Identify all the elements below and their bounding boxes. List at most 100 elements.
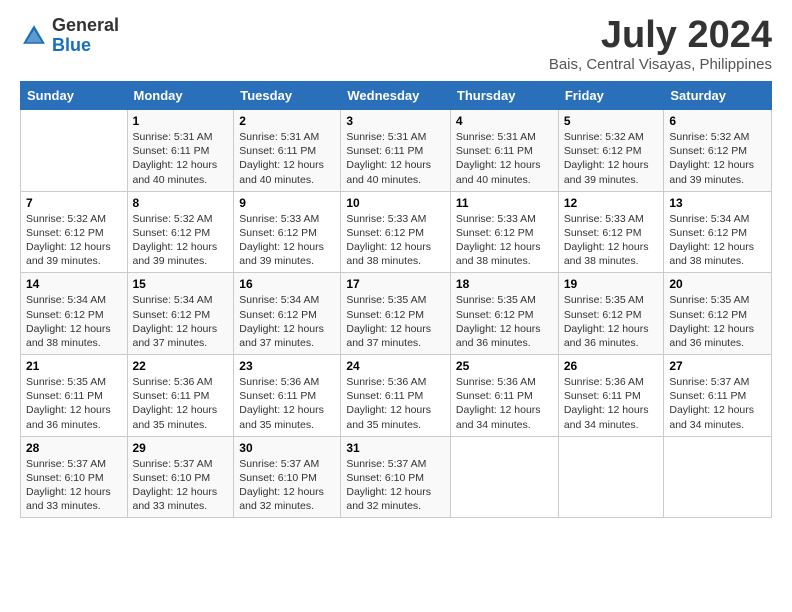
cell-info: Sunrise: 5:35 AM Sunset: 6:11 PM Dayligh… bbox=[26, 375, 122, 432]
calendar-cell: 20 Sunrise: 5:35 AM Sunset: 6:12 PM Dayl… bbox=[664, 273, 772, 355]
sunset-text: Sunset: 6:12 PM bbox=[346, 309, 424, 321]
daylight-text: Daylight: 12 hours and 39 minutes. bbox=[26, 241, 111, 267]
sunrise-text: Sunrise: 5:33 AM bbox=[564, 213, 644, 225]
sunrise-text: Sunrise: 5:35 AM bbox=[669, 294, 749, 306]
calendar-cell: 8 Sunrise: 5:32 AM Sunset: 6:12 PM Dayli… bbox=[127, 191, 234, 273]
cell-info: Sunrise: 5:33 AM Sunset: 6:12 PM Dayligh… bbox=[239, 212, 335, 269]
cell-info: Sunrise: 5:34 AM Sunset: 6:12 PM Dayligh… bbox=[239, 293, 335, 350]
calendar-cell: 13 Sunrise: 5:34 AM Sunset: 6:12 PM Dayl… bbox=[664, 191, 772, 273]
sunset-text: Sunset: 6:12 PM bbox=[26, 309, 104, 321]
daylight-text: Daylight: 12 hours and 35 minutes. bbox=[239, 404, 324, 430]
sunrise-text: Sunrise: 5:36 AM bbox=[133, 376, 213, 388]
day-number: 7 bbox=[26, 196, 122, 210]
daylight-text: Daylight: 12 hours and 32 minutes. bbox=[346, 486, 431, 512]
sunrise-text: Sunrise: 5:36 AM bbox=[346, 376, 426, 388]
sunset-text: Sunset: 6:12 PM bbox=[564, 145, 642, 157]
sunrise-text: Sunrise: 5:32 AM bbox=[133, 213, 213, 225]
calendar-cell: 5 Sunrise: 5:32 AM Sunset: 6:12 PM Dayli… bbox=[558, 110, 664, 192]
day-number: 10 bbox=[346, 196, 445, 210]
day-number: 18 bbox=[456, 277, 553, 291]
daylight-text: Daylight: 12 hours and 39 minutes. bbox=[564, 159, 649, 185]
daylight-text: Daylight: 12 hours and 39 minutes. bbox=[669, 159, 754, 185]
sunrise-text: Sunrise: 5:32 AM bbox=[26, 213, 106, 225]
calendar-cell: 25 Sunrise: 5:36 AM Sunset: 6:11 PM Dayl… bbox=[450, 355, 558, 437]
sunrise-text: Sunrise: 5:37 AM bbox=[346, 458, 426, 470]
sunrise-text: Sunrise: 5:31 AM bbox=[239, 131, 319, 143]
cell-info: Sunrise: 5:37 AM Sunset: 6:10 PM Dayligh… bbox=[133, 457, 229, 514]
cell-info: Sunrise: 5:33 AM Sunset: 6:12 PM Dayligh… bbox=[346, 212, 445, 269]
sunset-text: Sunset: 6:12 PM bbox=[346, 227, 424, 239]
calendar-cell: 7 Sunrise: 5:32 AM Sunset: 6:12 PM Dayli… bbox=[21, 191, 128, 273]
day-number: 12 bbox=[564, 196, 659, 210]
calendar-cell: 17 Sunrise: 5:35 AM Sunset: 6:12 PM Dayl… bbox=[341, 273, 451, 355]
calendar-cell: 23 Sunrise: 5:36 AM Sunset: 6:11 PM Dayl… bbox=[234, 355, 341, 437]
calendar-cell: 11 Sunrise: 5:33 AM Sunset: 6:12 PM Dayl… bbox=[450, 191, 558, 273]
sunrise-text: Sunrise: 5:35 AM bbox=[456, 294, 536, 306]
daylight-text: Daylight: 12 hours and 35 minutes. bbox=[133, 404, 218, 430]
day-number: 11 bbox=[456, 196, 553, 210]
daylight-text: Daylight: 12 hours and 40 minutes. bbox=[133, 159, 218, 185]
sunrise-text: Sunrise: 5:36 AM bbox=[564, 376, 644, 388]
cell-info: Sunrise: 5:31 AM Sunset: 6:11 PM Dayligh… bbox=[346, 130, 445, 187]
daylight-text: Daylight: 12 hours and 40 minutes. bbox=[456, 159, 541, 185]
calendar-cell: 30 Sunrise: 5:37 AM Sunset: 6:10 PM Dayl… bbox=[234, 436, 341, 518]
day-number: 20 bbox=[669, 277, 766, 291]
cell-info: Sunrise: 5:32 AM Sunset: 6:12 PM Dayligh… bbox=[564, 130, 659, 187]
cell-info: Sunrise: 5:33 AM Sunset: 6:12 PM Dayligh… bbox=[456, 212, 553, 269]
day-number: 4 bbox=[456, 114, 553, 128]
calendar-cell: 3 Sunrise: 5:31 AM Sunset: 6:11 PM Dayli… bbox=[341, 110, 451, 192]
sunset-text: Sunset: 6:11 PM bbox=[346, 390, 423, 402]
logo: General Blue bbox=[20, 16, 119, 56]
cell-info: Sunrise: 5:37 AM Sunset: 6:10 PM Dayligh… bbox=[346, 457, 445, 514]
calendar-cell: 14 Sunrise: 5:34 AM Sunset: 6:12 PM Dayl… bbox=[21, 273, 128, 355]
calendar-cell: 28 Sunrise: 5:37 AM Sunset: 6:10 PM Dayl… bbox=[21, 436, 128, 518]
day-number: 8 bbox=[133, 196, 229, 210]
daylight-text: Daylight: 12 hours and 36 minutes. bbox=[564, 323, 649, 349]
calendar-cell: 21 Sunrise: 5:35 AM Sunset: 6:11 PM Dayl… bbox=[21, 355, 128, 437]
day-number: 26 bbox=[564, 359, 659, 373]
daylight-text: Daylight: 12 hours and 40 minutes. bbox=[346, 159, 431, 185]
day-number: 3 bbox=[346, 114, 445, 128]
daylight-text: Daylight: 12 hours and 39 minutes. bbox=[133, 241, 218, 267]
calendar-cell: 18 Sunrise: 5:35 AM Sunset: 6:12 PM Dayl… bbox=[450, 273, 558, 355]
day-number: 15 bbox=[133, 277, 229, 291]
calendar-cell: 27 Sunrise: 5:37 AM Sunset: 6:11 PM Dayl… bbox=[664, 355, 772, 437]
cell-info: Sunrise: 5:35 AM Sunset: 6:12 PM Dayligh… bbox=[669, 293, 766, 350]
month-year-title: July 2024 bbox=[549, 16, 772, 54]
cell-info: Sunrise: 5:37 AM Sunset: 6:10 PM Dayligh… bbox=[26, 457, 122, 514]
sunset-text: Sunset: 6:12 PM bbox=[133, 309, 211, 321]
sunrise-text: Sunrise: 5:33 AM bbox=[346, 213, 426, 225]
sunset-text: Sunset: 6:12 PM bbox=[564, 227, 642, 239]
sunrise-text: Sunrise: 5:36 AM bbox=[456, 376, 536, 388]
sunrise-text: Sunrise: 5:34 AM bbox=[239, 294, 319, 306]
day-number: 30 bbox=[239, 441, 335, 455]
cell-info: Sunrise: 5:34 AM Sunset: 6:12 PM Dayligh… bbox=[669, 212, 766, 269]
cell-info: Sunrise: 5:31 AM Sunset: 6:11 PM Dayligh… bbox=[133, 130, 229, 187]
calendar-cell: 10 Sunrise: 5:33 AM Sunset: 6:12 PM Dayl… bbox=[341, 191, 451, 273]
weekday-header: Saturday bbox=[664, 82, 772, 110]
daylight-text: Daylight: 12 hours and 36 minutes. bbox=[669, 323, 754, 349]
logo-icon bbox=[20, 22, 48, 50]
day-number: 2 bbox=[239, 114, 335, 128]
calendar-cell: 24 Sunrise: 5:36 AM Sunset: 6:11 PM Dayl… bbox=[341, 355, 451, 437]
sunrise-text: Sunrise: 5:31 AM bbox=[346, 131, 426, 143]
day-number: 17 bbox=[346, 277, 445, 291]
daylight-text: Daylight: 12 hours and 40 minutes. bbox=[239, 159, 324, 185]
daylight-text: Daylight: 12 hours and 33 minutes. bbox=[26, 486, 111, 512]
calendar-table: SundayMondayTuesdayWednesdayThursdayFrid… bbox=[20, 81, 772, 518]
cell-info: Sunrise: 5:31 AM Sunset: 6:11 PM Dayligh… bbox=[456, 130, 553, 187]
calendar-cell bbox=[558, 436, 664, 518]
daylight-text: Daylight: 12 hours and 33 minutes. bbox=[133, 486, 218, 512]
day-number: 16 bbox=[239, 277, 335, 291]
daylight-text: Daylight: 12 hours and 36 minutes. bbox=[26, 404, 111, 430]
calendar-cell: 31 Sunrise: 5:37 AM Sunset: 6:10 PM Dayl… bbox=[341, 436, 451, 518]
sunset-text: Sunset: 6:12 PM bbox=[669, 309, 747, 321]
weekday-header: Sunday bbox=[21, 82, 128, 110]
sunset-text: Sunset: 6:11 PM bbox=[239, 390, 316, 402]
sunrise-text: Sunrise: 5:36 AM bbox=[239, 376, 319, 388]
calendar-cell: 2 Sunrise: 5:31 AM Sunset: 6:11 PM Dayli… bbox=[234, 110, 341, 192]
weekday-header-row: SundayMondayTuesdayWednesdayThursdayFrid… bbox=[21, 82, 772, 110]
day-number: 13 bbox=[669, 196, 766, 210]
cell-info: Sunrise: 5:34 AM Sunset: 6:12 PM Dayligh… bbox=[133, 293, 229, 350]
calendar-cell bbox=[664, 436, 772, 518]
